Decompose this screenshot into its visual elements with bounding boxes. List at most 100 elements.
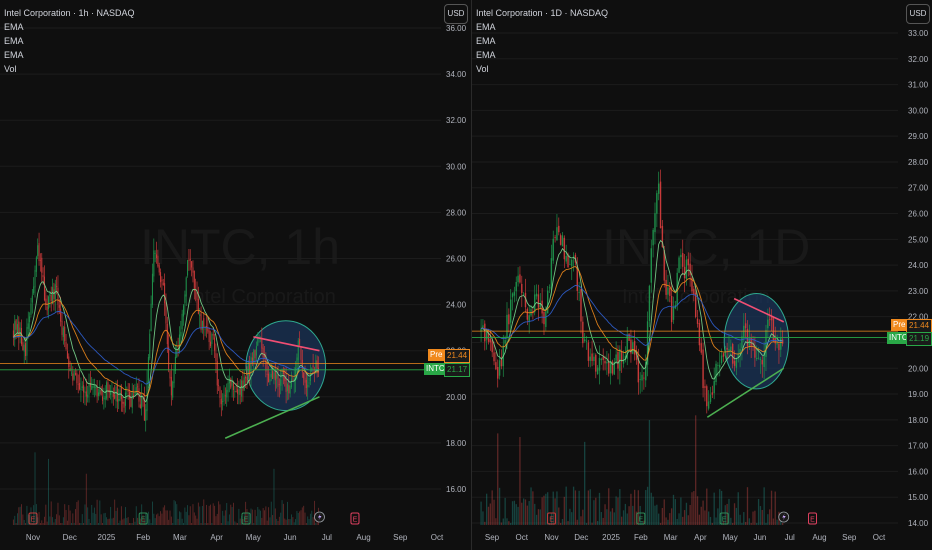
candle-body <box>571 259 573 267</box>
candle-body <box>128 391 131 399</box>
currency-button[interactable]: USD <box>444 4 468 24</box>
candle-body <box>222 401 224 403</box>
volume-bar <box>273 468 275 525</box>
volume-bar <box>48 458 49 525</box>
volume-bar <box>257 506 259 525</box>
candle-body <box>168 346 170 371</box>
candle-body <box>29 316 31 323</box>
earnings-icon-label: E <box>810 517 815 524</box>
legend-ema-1[interactable]: EMA <box>4 20 135 34</box>
y-tick-label: 20.00 <box>446 393 467 402</box>
candle-body <box>27 323 29 329</box>
volume-bar <box>307 516 309 525</box>
volume-bar <box>661 507 664 525</box>
volume-bar <box>680 497 682 525</box>
candle-body <box>26 326 28 356</box>
legend-vol[interactable]: Vol <box>4 62 135 76</box>
volume-bar <box>69 510 71 525</box>
volume-bar <box>238 508 240 525</box>
candle-body <box>251 357 253 364</box>
intc-price-tag: 21.17 <box>444 363 471 377</box>
volume-bar <box>711 523 713 525</box>
candle-body <box>768 319 771 321</box>
volume-bar <box>62 517 64 525</box>
volume-bar <box>259 510 261 525</box>
volume-bar <box>776 519 778 525</box>
candle-body <box>726 347 728 350</box>
legend-title[interactable]: Intel Corporation · 1D · NASDAQ <box>476 6 608 20</box>
volume-bar <box>508 521 510 525</box>
candle-body <box>176 350 178 358</box>
legend-ema-3[interactable]: EMA <box>4 48 135 62</box>
volume-bar <box>224 510 226 525</box>
candle-body <box>709 394 712 402</box>
left-chart-canvas[interactable]: 16.0018.0020.0022.0024.0026.0028.0030.00… <box>0 0 471 550</box>
volume-bar <box>227 521 229 525</box>
y-axis[interactable]: 14.0015.0016.0017.0018.0019.0020.0021.00… <box>908 29 929 528</box>
volume-bar <box>112 517 114 525</box>
x-axis[interactable]: Nov Dec 2025 Feb Mar Apr May Jun Jul Aug Sep Oct <box>26 533 444 542</box>
volume-bar <box>23 520 25 525</box>
legend-title[interactable]: Intel Corporation · 1h · NASDAQ <box>4 6 135 20</box>
legend-vol[interactable]: Vol <box>476 62 608 76</box>
candle-body <box>511 293 514 298</box>
volume-bar <box>482 511 484 525</box>
candle-body <box>162 282 164 286</box>
candle-body <box>270 373 272 378</box>
volume-bar <box>491 490 493 525</box>
candle-body <box>274 371 276 381</box>
legend-ema-1[interactable]: EMA <box>476 20 608 34</box>
x-tick-label: Nov <box>544 533 558 542</box>
candle-body <box>74 373 77 375</box>
candle-body <box>30 303 32 315</box>
right-chart-panel[interactable]: INTC, 1D Intel Corporation 14.0015.0016.… <box>471 0 932 550</box>
candle-body <box>161 279 163 282</box>
candle-body <box>304 377 306 383</box>
candle-body <box>49 293 51 297</box>
candle-body <box>205 325 207 327</box>
y-tick-label: 28.00 <box>446 208 467 217</box>
x-axis[interactable]: Sep Oct Nov Dec 2025 Feb Mar Apr May Jun Jul Aug Sep… <box>485 533 886 542</box>
candle-body <box>778 343 780 351</box>
candle-body <box>273 372 275 379</box>
candle-body <box>73 370 75 380</box>
legend-ema-3[interactable]: EMA <box>476 48 608 62</box>
volume-bar <box>58 515 60 525</box>
volume-bar <box>532 491 534 525</box>
volume-bar <box>129 523 130 525</box>
candle-body <box>500 359 503 367</box>
candle-body <box>68 356 70 368</box>
currency-button[interactable]: USD <box>906 4 930 24</box>
volume-bar <box>118 523 120 525</box>
candle-body <box>33 286 35 294</box>
candle-body <box>767 319 769 329</box>
volume-bar <box>284 518 286 525</box>
candle-body <box>685 259 688 279</box>
y-tick-label: 26.00 <box>908 210 929 219</box>
volume-bar <box>609 511 612 525</box>
volume-bar <box>732 523 734 525</box>
volume-bar <box>192 504 194 525</box>
y-tick-label: 32.00 <box>908 55 929 64</box>
legend-ema-2[interactable]: EMA <box>476 34 608 48</box>
volume-bar <box>43 516 45 525</box>
left-chart-panel[interactable]: INTC, 1h Intel Corporation 16.0018.0020.… <box>0 0 471 550</box>
right-chart-canvas[interactable]: 14.0015.0016.0017.0018.0019.0020.0021.00… <box>472 0 932 550</box>
volume-bar <box>706 488 708 525</box>
candle-body <box>565 255 567 262</box>
volume-bar <box>66 520 68 525</box>
candle-body <box>687 258 689 266</box>
candle-body <box>545 310 547 327</box>
volume-bar <box>584 441 586 525</box>
earnings-icon-label: E <box>639 517 644 524</box>
volume-bar <box>254 509 256 525</box>
candle-body <box>56 285 58 287</box>
candle-body <box>104 396 106 400</box>
y-axis[interactable]: 16.0018.0020.0022.0024.0026.0028.0030.00… <box>446 24 467 494</box>
volume-bar <box>669 513 671 525</box>
candle-body <box>606 361 608 364</box>
candle-body <box>145 409 147 422</box>
volume-bar <box>97 523 99 525</box>
legend-ema-2[interactable]: EMA <box>4 34 135 48</box>
volume-bar <box>73 522 75 525</box>
